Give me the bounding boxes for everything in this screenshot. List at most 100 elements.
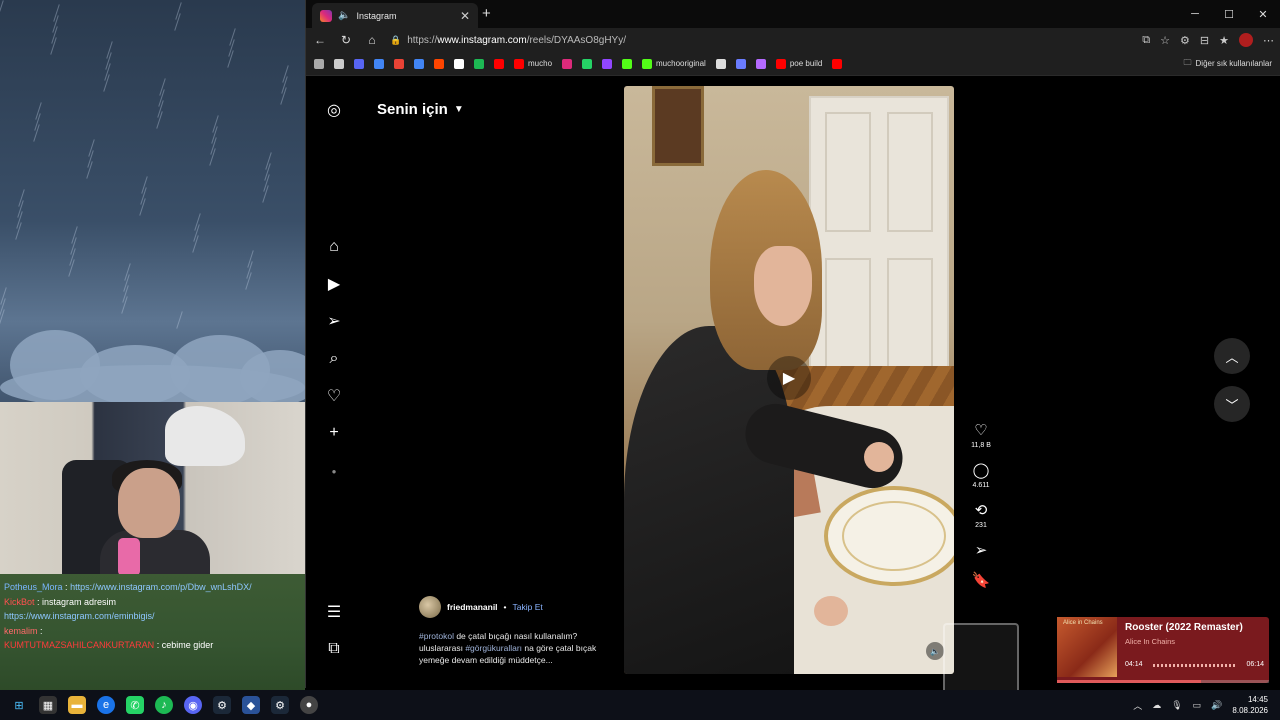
repost-action[interactable]: ⟲ 231 — [966, 501, 996, 529]
clock[interactable]: 14:45 8.08.2026 — [1232, 694, 1268, 716]
address-bar[interactable]: 🔒 https://www.instagram.com/reels/DYAAsO… — [390, 30, 1132, 50]
bookmark-item[interactable]: poe build — [775, 58, 822, 69]
author-username[interactable]: friedmananil — [447, 602, 498, 612]
share-action[interactable]: ➢ — [966, 541, 996, 559]
bookmark-item[interactable] — [602, 58, 613, 69]
discord-icon[interactable]: ◉ — [184, 696, 202, 714]
mic-icon[interactable]: 🎙 — [1171, 700, 1182, 711]
screen: Potheus_Mora : https://www.instagram.com… — [0, 0, 1280, 720]
maximize-icon[interactable]: ☐ — [1212, 0, 1246, 28]
save-action[interactable]: 🔖 — [966, 571, 996, 589]
app-available-icon[interactable]: ⧉ — [1142, 34, 1150, 47]
notifications-heart-icon[interactable]: ♡ — [324, 386, 344, 406]
reels-nav-icon[interactable]: ▶ — [324, 274, 344, 294]
favorites-icon[interactable]: ★ — [1219, 34, 1229, 47]
bookmark-item[interactable] — [735, 58, 746, 69]
chat-username[interactable]: KickBot — [4, 597, 35, 607]
whatsapp-icon[interactable]: ✆ — [126, 696, 144, 714]
favorite-star-icon[interactable]: ☆ — [1160, 34, 1170, 47]
tray-app-icon[interactable]: ☁ — [1152, 700, 1161, 711]
heart-icon: ♡ — [974, 422, 988, 439]
bookmark-item[interactable] — [715, 58, 726, 69]
bookmark-item[interactable]: mucho — [514, 58, 552, 69]
bookmark-item[interactable] — [832, 58, 843, 69]
app-icon[interactable]: ◆ — [242, 696, 260, 714]
chat-separator: : — [34, 596, 43, 607]
extensions-icon[interactable]: ⚙ — [1180, 34, 1190, 47]
steam-icon-2[interactable]: ⚙ — [271, 696, 289, 714]
bookmark-item[interactable] — [374, 58, 384, 69]
volume-icon[interactable]: 🔈 — [926, 642, 944, 660]
hashtag-protokol[interactable]: #protokol — [419, 631, 454, 641]
back-icon[interactable]: ← — [312, 33, 328, 47]
split-screen-icon[interactable]: ⊟ — [1200, 34, 1209, 47]
other-bookmarks[interactable]: 🗀 Diğer sık kullanılanlar — [1184, 57, 1272, 71]
play-icon[interactable]: ▶ — [767, 356, 811, 400]
bookmark-favicon-icon — [582, 58, 593, 69]
speaker-icon[interactable]: 🔈 — [338, 10, 350, 21]
instagram-logo-icon[interactable]: ◎ — [324, 100, 344, 120]
file-explorer-icon[interactable]: ▬ — [68, 696, 86, 714]
chat-username[interactable]: Potheus_Mora — [4, 582, 63, 592]
previous-reel-button[interactable]: ︿ — [1214, 338, 1250, 374]
caption-text[interactable]: #protokol de çatal bıçağı nasıl kullanal… — [419, 630, 619, 666]
hashtag-gorgukurallari[interactable]: #görgükuralları — [465, 643, 522, 653]
profile-avatar[interactable] — [1239, 33, 1253, 47]
like-action[interactable]: ♡ 11,8 B — [966, 421, 996, 449]
home-nav-icon[interactable]: ⌂ — [324, 237, 344, 257]
window-controls: ─ ☐ ✕ — [1178, 0, 1280, 28]
tab-close-icon[interactable]: ✕ — [460, 9, 470, 23]
close-window-icon[interactable]: ✕ — [1246, 0, 1280, 28]
bookmark-item[interactable] — [494, 58, 504, 69]
reload-icon[interactable]: ↻ — [338, 33, 354, 47]
bookmark-item[interactable] — [562, 58, 573, 69]
more-menu-icon[interactable]: ☰ — [324, 602, 344, 622]
steam-icon[interactable]: ⚙ — [213, 696, 231, 714]
create-plus-icon[interactable]: + — [324, 423, 344, 443]
volume-tray-icon[interactable]: 🔊 — [1211, 700, 1222, 711]
next-reel-button[interactable]: ﹀ — [1214, 386, 1250, 422]
network-icon[interactable]: ▭ — [1193, 700, 1202, 711]
bookmark-item[interactable] — [354, 58, 364, 69]
bookmark-favicon-icon — [715, 58, 726, 69]
meta-apps-icon[interactable]: ⧉ — [324, 639, 344, 659]
search-nav-icon[interactable]: ⌕ — [324, 349, 344, 369]
profile-dot-icon[interactable]: ● — [324, 461, 344, 481]
bookmark-item[interactable] — [314, 58, 324, 69]
home-icon[interactable]: ⌂ — [364, 33, 380, 47]
obs-icon[interactable]: ● — [300, 696, 318, 714]
bookmark-item[interactable] — [394, 58, 404, 69]
instagram-favicon-icon — [320, 9, 332, 22]
spotify-icon[interactable]: ♪ — [155, 696, 173, 714]
tray-chevron-icon[interactable]: ︿ — [1133, 699, 1142, 712]
minimize-icon[interactable]: ─ — [1178, 0, 1212, 28]
reel-video[interactable]: ▶ 🔈 — [624, 86, 954, 674]
tab-instagram[interactable]: 🔈 Instagram ✕ — [312, 3, 478, 28]
menu-dots-icon[interactable]: ⋯ — [1263, 34, 1274, 47]
messages-nav-icon[interactable]: ➢ — [324, 311, 344, 331]
bookmark-item[interactable] — [622, 58, 633, 69]
bookmark-item[interactable] — [474, 58, 484, 69]
shark-poster — [165, 406, 245, 466]
bookmark-item[interactable] — [434, 58, 444, 69]
bookmark-item[interactable] — [582, 58, 593, 69]
widgets-icon[interactable]: ▦ — [39, 696, 57, 714]
author-avatar[interactable] — [419, 596, 441, 618]
windows-start-icon[interactable]: ⊞ — [10, 696, 28, 714]
follow-button[interactable]: Takip Et — [513, 602, 543, 612]
bookmark-item[interactable]: muchooriginal — [642, 58, 706, 69]
edge-browser-icon[interactable]: e — [97, 696, 115, 714]
feed-selector[interactable]: Senin için ▼ — [377, 101, 464, 118]
nav-bar: ← ↻ ⌂ 🔒 https://www.instagram.com/reels/… — [306, 28, 1280, 52]
track-title: Rooster (2022 Remaster) — [1125, 622, 1243, 633]
chat-username[interactable]: KUMTUTMAZSAHILCANKURTARAN — [4, 640, 154, 650]
plate-rim — [842, 501, 946, 571]
bookmark-item[interactable] — [755, 58, 766, 69]
bookmark-item[interactable] — [414, 58, 424, 69]
bookmark-favicon-icon — [514, 58, 524, 69]
bookmark-item[interactable] — [334, 58, 344, 69]
bookmark-item[interactable] — [454, 58, 464, 69]
new-tab-icon[interactable]: + — [482, 5, 491, 22]
chat-username[interactable]: kemalim — [4, 626, 38, 636]
comment-action[interactable]: ◯ 4.611 — [966, 461, 996, 489]
